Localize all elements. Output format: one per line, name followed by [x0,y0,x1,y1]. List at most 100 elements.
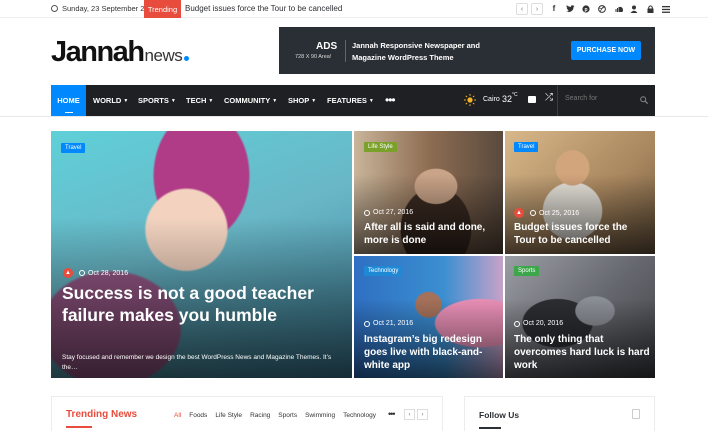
post-meta: ▲ Oct 28, 2016 [63,268,128,278]
weather-city: Cairo [483,96,500,103]
caret-down-icon: ▼ [123,97,129,104]
pinterest-icon[interactable]: p [581,3,591,15]
ad-divider [345,40,346,62]
nav-item-features[interactable]: FEATURES ▼ [327,85,374,116]
caret-down-icon: ▼ [311,97,317,104]
category-badge[interactable]: Travel [514,142,539,152]
trending-label: Trending [144,0,181,18]
post-title[interactable]: The only thing that overcomes hard luck … [514,333,651,372]
post-meta: ▲ Oct 25, 2016 [514,208,579,218]
soundcloud-icon[interactable] [613,3,623,15]
more-filters-button[interactable]: ••• [388,409,396,419]
logo-dot [184,56,190,61]
clock-icon [51,5,58,12]
nav-item-shop[interactable]: SHOP ▼ [288,85,316,116]
clock-icon [514,320,520,327]
current-date: Sunday, 23 September 2018 [51,4,157,13]
featured-post[interactable]: Life Style Oct 27, 2016 After all is sai… [354,131,503,254]
post-title[interactable]: Success is not a good teacher failure ma… [62,282,342,326]
chevron-right-icon[interactable]: › [417,409,428,420]
category-badge[interactable]: Life Style [364,142,397,152]
filter-tab[interactable]: All [174,412,181,419]
dribbble-icon[interactable] [597,3,607,15]
random-article-icon[interactable]: ⤮ [545,93,553,103]
nav-item-label: TECH [186,96,207,105]
featured-post-main[interactable]: Travel ▲ Oct 28, 2016 Success is not a g… [51,131,352,378]
flame-icon: ▲ [63,268,73,278]
ad-text-line-2: Magazine WordPress Theme [352,53,454,62]
caret-down-icon: ▼ [170,97,176,104]
search-input[interactable]: Search for [565,95,597,102]
site-logo[interactable]: Jannah news [51,36,190,68]
caret-down-icon: ▼ [208,97,214,104]
sun-icon [464,94,476,106]
filter-tab[interactable]: Sports [278,412,297,419]
category-badge[interactable]: Sports [514,266,540,276]
filter-tab[interactable]: Racing [250,412,270,419]
top-bar: Sunday, 23 September 2018 Trending Budge… [0,0,708,18]
twitter-icon[interactable] [565,3,575,15]
post-date: Oct 21, 2016 [373,320,414,327]
nav-item-sports[interactable]: SPORTS ▼ [138,85,176,116]
date-text: Sunday, 23 September 2018 [62,4,157,13]
caret-down-icon: ▼ [368,97,374,104]
clock-icon [364,209,370,216]
nav-item-label: COMMUNITY [224,96,271,105]
logo-main-text: Jannah [51,36,145,68]
flame-icon: ▲ [514,208,524,218]
image-overlay [51,131,352,378]
post-title[interactable]: Budget issues force the Tour to be cance… [514,221,651,247]
facebook-icon[interactable]: f [549,3,559,15]
featured-post[interactable]: Sports Oct 20, 2016 The only thing that … [505,256,655,378]
nav-item-community[interactable]: COMMUNITY ▼ [224,85,277,116]
nav-item-label: WORLD [93,96,122,105]
post-date: Oct 20, 2016 [523,320,564,327]
clock-icon [364,320,370,327]
main-navigation: HOME WORLD ▼ SPORTS ▼ TECH ▼ COMMUNITY ▼… [51,85,655,116]
nav-item-tech[interactable]: TECH ▼ [186,85,213,116]
header-divider [0,116,708,117]
featured-post[interactable]: Travel ▲ Oct 25, 2016 Budget issues forc… [505,131,655,254]
filter-tab[interactable]: Technology [343,412,376,419]
category-badge[interactable]: Technology [364,266,403,276]
title-underline [66,426,92,428]
chevron-left-icon[interactable]: ‹ [404,409,415,420]
ad-size: 728 X 90 Area! [295,54,332,60]
trending-filters: All Foods Life Style Racing Sports Swimm… [174,412,376,419]
ad-text-line-1: Jannah Responsive Newspaper and [352,41,480,50]
nav-item-label: SPORTS [138,96,169,105]
title-underline [479,427,501,429]
menu-icon[interactable] [661,3,671,15]
ad-banner[interactable]: ADS 728 X 90 Area! Jannah Responsive New… [279,27,655,74]
nav-item-world[interactable]: WORLD ▼ [93,85,128,116]
shopping-bag-icon[interactable] [528,96,536,103]
post-title[interactable]: After all is said and done, more is done [364,221,498,247]
nav-item-label: SHOP [288,96,310,105]
nav-item-label: HOME [57,96,80,105]
post-date: Oct 27, 2016 [373,209,414,216]
post-title[interactable]: Instagram’s big redesign goes live with … [364,333,500,372]
trending-headline-link[interactable]: Budget issues force the Tour to be cance… [185,4,342,13]
chevron-right-icon[interactable]: › [531,3,543,15]
trending-news-title: Trending News [66,409,138,420]
lock-icon[interactable] [645,3,655,15]
post-date: Oct 28, 2016 [88,269,129,277]
featured-post[interactable]: Technology Oct 21, 2016 Instagram’s big … [354,256,503,378]
filter-tab[interactable]: Life Style [215,412,242,419]
filter-tab[interactable]: Swimming [305,412,335,419]
weather-unit: °C [512,92,518,98]
nav-divider [557,85,558,116]
follow-us-widget: Follow Us [464,396,655,431]
post-date: Oct 25, 2016 [539,209,580,217]
post-excerpt: Stay focused and remember we design the … [62,354,332,371]
user-icon[interactable] [629,3,639,15]
filter-tab[interactable]: Foods [189,412,207,419]
purchase-now-button[interactable]: PURCHASE NOW [571,41,641,60]
nav-item-home[interactable]: HOME [51,85,86,116]
category-badge[interactable]: Travel [61,143,86,153]
svg-text:p: p [584,7,587,13]
search-icon[interactable] [640,96,648,104]
chevron-left-icon[interactable]: ‹ [516,3,528,15]
follow-us-title: Follow Us [479,410,520,420]
nav-more-button[interactable]: ••• [385,94,396,106]
